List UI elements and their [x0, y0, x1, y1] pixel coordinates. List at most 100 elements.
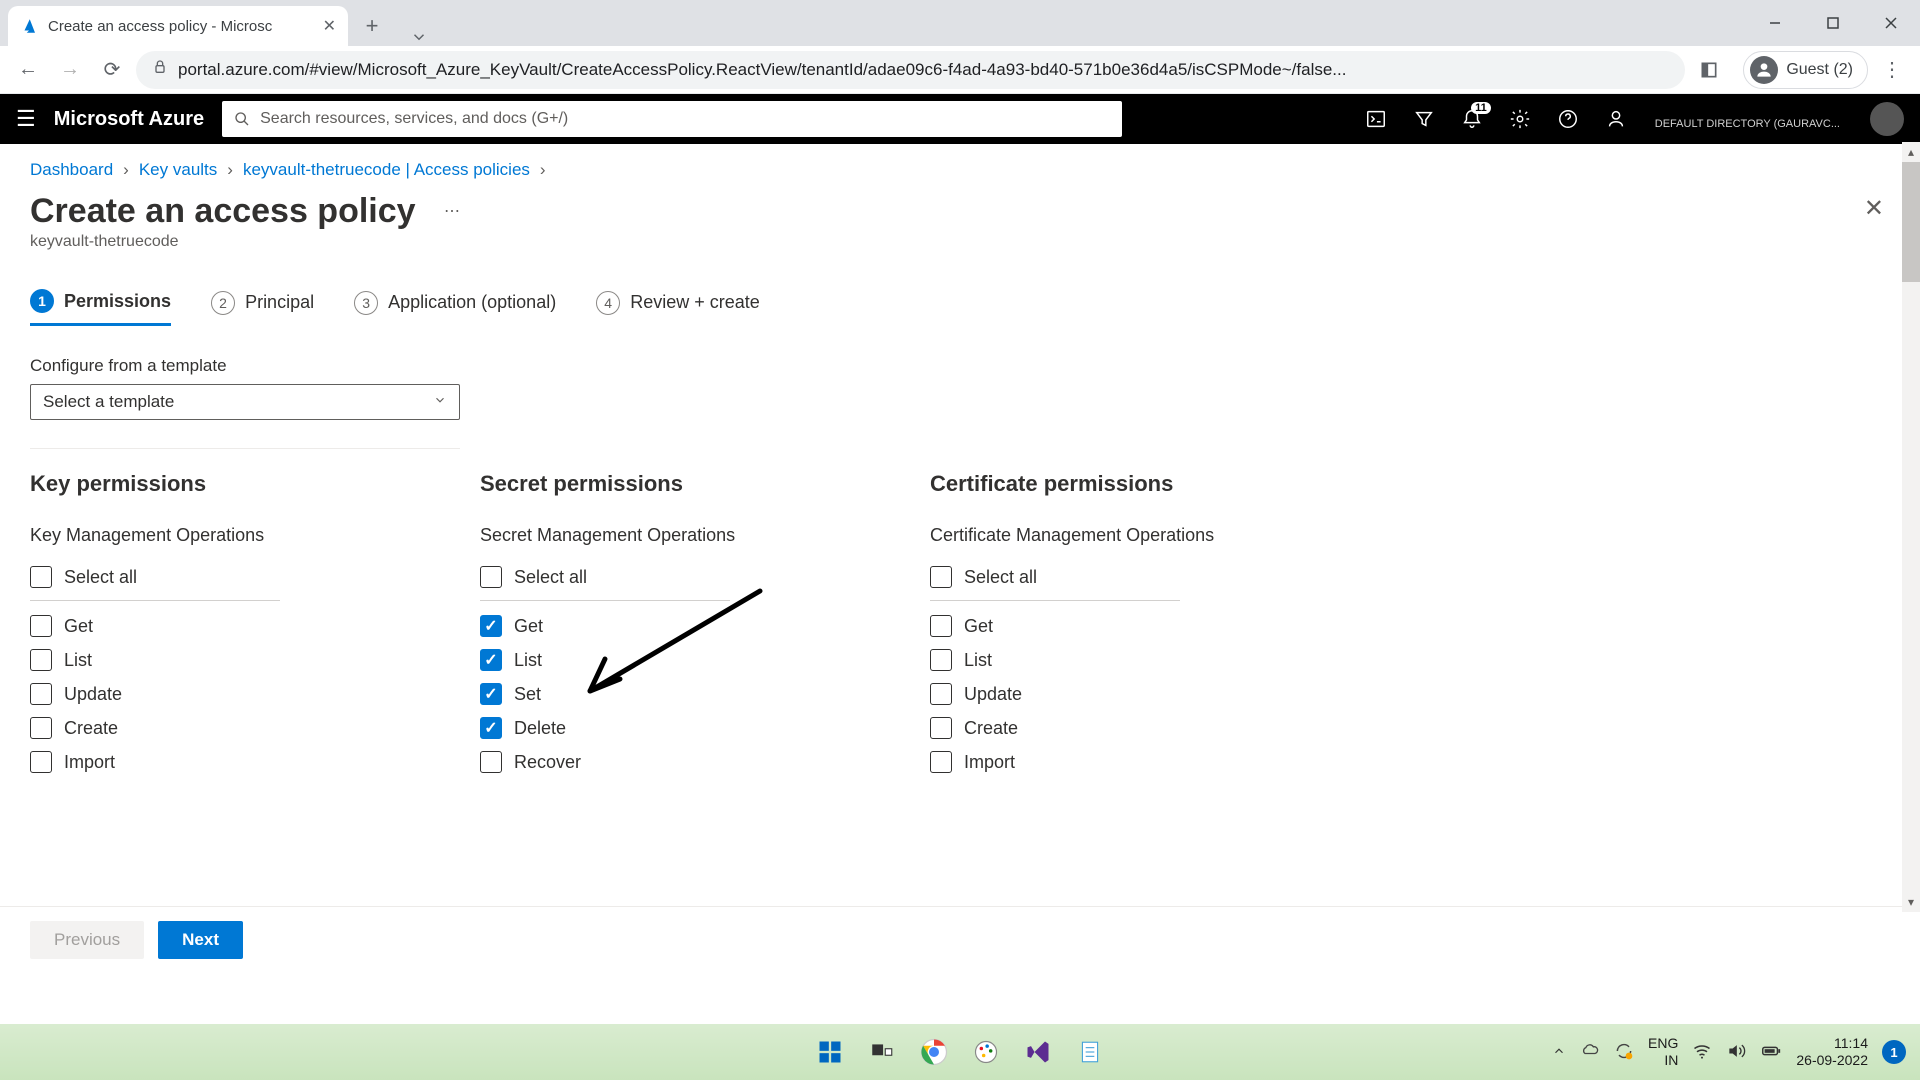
page-subtitle: keyvault-thetruecode [30, 233, 1890, 251]
checkbox-label: Select all [964, 567, 1037, 588]
checkbox-icon [30, 751, 52, 773]
checkbox-label: Delete [514, 718, 566, 739]
perm-checkbox-get[interactable]: Get [930, 609, 1270, 643]
scroll-down-icon[interactable]: ▾ [1902, 892, 1920, 912]
clock[interactable]: 11:14 26-09-2022 [1796, 1035, 1868, 1070]
tab-search-icon[interactable] [390, 28, 448, 46]
forward-button[interactable]: → [52, 52, 88, 88]
notifications-icon[interactable]: 11 [1461, 108, 1483, 130]
checkbox-label: List [64, 650, 92, 671]
account-avatar[interactable] [1870, 102, 1904, 136]
template-placeholder: Select a template [43, 392, 174, 412]
checkbox-icon [480, 566, 502, 588]
hamburger-icon[interactable]: ☰ [16, 106, 36, 132]
previous-button[interactable]: Previous [30, 921, 144, 959]
guest-label: Guest (2) [1786, 61, 1853, 79]
scrollbar-thumb[interactable] [1902, 162, 1920, 282]
perm-checkbox-create[interactable]: Create [30, 711, 370, 745]
back-button[interactable]: ← [10, 52, 46, 88]
perm-checkbox-update[interactable]: Update [30, 677, 370, 711]
perm-checkbox-list[interactable]: List [930, 643, 1270, 677]
step-label: Application (optional) [388, 292, 556, 313]
step-number: 2 [211, 291, 235, 315]
template-select[interactable]: Select a template [30, 384, 460, 420]
breadcrumb-dashboard[interactable]: Dashboard [30, 160, 113, 180]
perm-checkbox-get[interactable]: Get [30, 609, 370, 643]
maximize-icon[interactable] [1804, 0, 1862, 46]
azure-header: ☰ Microsoft Azure Search resources, serv… [0, 94, 1920, 144]
battery-icon[interactable] [1760, 1040, 1782, 1065]
cloud-shell-icon[interactable] [1365, 108, 1387, 130]
wizard-tab-permissions[interactable]: 1Permissions [30, 289, 171, 326]
perm-checkbox-import[interactable]: Import [30, 745, 370, 779]
person-icon [1750, 56, 1778, 84]
reader-mode-icon[interactable] [1691, 52, 1727, 88]
profile-button[interactable]: Guest (2) [1743, 51, 1868, 89]
notepad-icon[interactable] [1072, 1034, 1108, 1070]
volume-icon[interactable] [1726, 1041, 1746, 1064]
wifi-icon[interactable] [1692, 1041, 1712, 1064]
breadcrumb-access-policies[interactable]: keyvault-thetruecode | Access policies [243, 160, 530, 180]
address-bar[interactable]: portal.azure.com/#view/Microsoft_Azure_K… [136, 51, 1685, 89]
azure-brand[interactable]: Microsoft Azure [54, 108, 204, 131]
url-text: portal.azure.com/#view/Microsoft_Azure_K… [178, 60, 1669, 80]
select-all-checkbox[interactable]: Select all [930, 560, 1270, 594]
checkbox-label: Recover [514, 752, 581, 773]
close-blade-icon[interactable]: ✕ [1864, 194, 1884, 223]
select-all-checkbox[interactable]: Select all [30, 560, 370, 594]
form-body: Configure from a template Select a templ… [0, 326, 1920, 906]
breadcrumb-keyvaults[interactable]: Key vaults [139, 160, 217, 180]
minimize-icon[interactable] [1746, 0, 1804, 46]
close-tab-icon[interactable]: ✕ [323, 16, 336, 36]
perm-checkbox-update[interactable]: Update [930, 677, 1270, 711]
account-info[interactable]: DEFAULT DIRECTORY (GAURAVC... [1655, 106, 1840, 131]
checkbox-icon [930, 751, 952, 773]
help-icon[interactable] [1557, 108, 1579, 130]
perm-checkbox-import[interactable]: Import [930, 745, 1270, 779]
chrome-icon[interactable] [916, 1034, 952, 1070]
more-icon[interactable]: ⋯ [444, 201, 462, 221]
wizard-tabs: 1Permissions 2Principal 3Application (opti… [0, 259, 1920, 326]
step-label: Review + create [630, 292, 760, 313]
kebab-menu-icon[interactable]: ⋮ [1874, 52, 1910, 88]
feedback-icon[interactable] [1605, 108, 1627, 130]
close-window-icon[interactable] [1862, 0, 1920, 46]
next-button[interactable]: Next [158, 921, 243, 959]
onedrive-icon[interactable] [1580, 1041, 1600, 1064]
settings-icon[interactable] [1509, 108, 1531, 130]
perm-checkbox-delete[interactable]: Delete [480, 711, 820, 745]
filter-icon[interactable] [1413, 108, 1435, 130]
new-tab-button[interactable]: + [354, 8, 390, 44]
perm-checkbox-recover[interactable]: Recover [480, 745, 820, 779]
checkbox-label: Create [964, 718, 1018, 739]
perm-title: Key permissions [30, 471, 370, 497]
perm-checkbox-create[interactable]: Create [930, 711, 1270, 745]
perm-subtitle: Secret Management Operations [480, 525, 820, 546]
perm-checkbox-list[interactable]: List [30, 643, 370, 677]
perm-column-key-permissions: Key permissionsKey Management Operations… [30, 471, 370, 779]
azure-header-icons: 11 [1365, 108, 1627, 130]
notification-center-badge[interactable]: 1 [1882, 1040, 1906, 1064]
wizard-tab-application-optional-[interactable]: 3Application (optional) [354, 289, 556, 326]
checkbox-label: Update [64, 684, 122, 705]
checkbox-icon [480, 751, 502, 773]
update-icon[interactable] [1614, 1041, 1634, 1064]
azure-search-input[interactable]: Search resources, services, and docs (G+… [222, 101, 1122, 137]
scroll-up-icon[interactable]: ▴ [1902, 142, 1920, 162]
browser-tab[interactable]: Create an access policy - Microsc ✕ [8, 6, 348, 46]
task-view-icon[interactable] [864, 1034, 900, 1070]
visual-studio-icon[interactable] [1020, 1034, 1056, 1070]
language-indicator[interactable]: ENG IN [1648, 1035, 1678, 1070]
windows-taskbar: ENG IN 11:14 26-09-2022 1 [0, 1024, 1920, 1080]
system-tray: ENG IN 11:14 26-09-2022 1 [1552, 1035, 1920, 1070]
wizard-tab-principal[interactable]: 2Principal [211, 289, 314, 326]
divider [30, 600, 280, 601]
tray-chevron-icon[interactable] [1552, 1044, 1566, 1061]
template-label: Configure from a template [30, 356, 1890, 376]
reload-button[interactable]: ⟳ [94, 52, 130, 88]
start-icon[interactable] [812, 1034, 848, 1070]
wizard-tab-review-create[interactable]: 4Review + create [596, 289, 760, 326]
paint-icon[interactable] [968, 1034, 1004, 1070]
checkbox-label: List [964, 650, 992, 671]
chevron-right-icon: › [540, 160, 546, 180]
